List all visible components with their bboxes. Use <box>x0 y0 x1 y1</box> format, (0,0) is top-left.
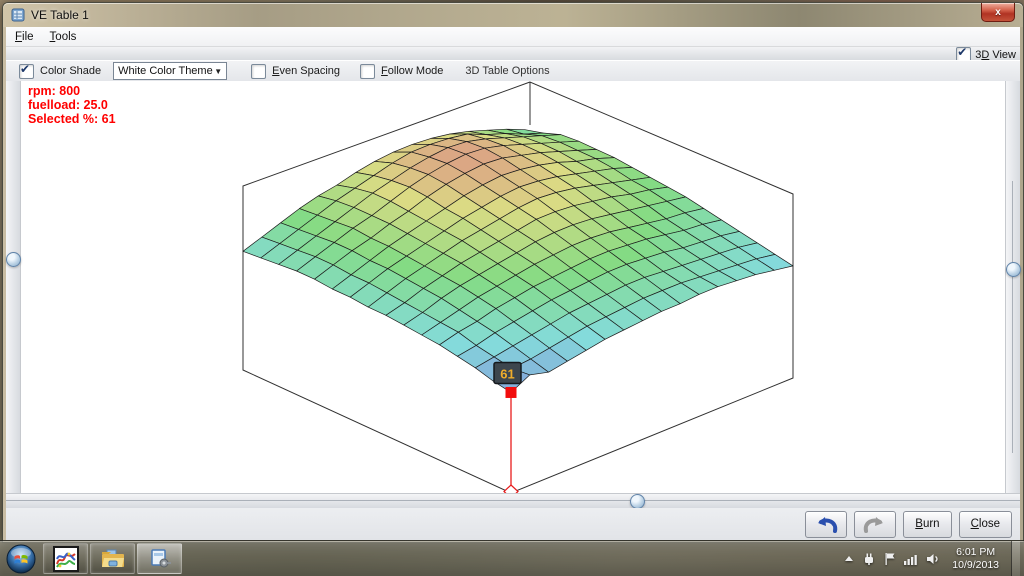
color-shade-checkbox[interactable]: ✔ <box>19 64 34 79</box>
system-tray: 6:01 PM 10/9/2013 <box>844 541 1024 576</box>
undo-icon <box>813 514 839 534</box>
taskbar-app-explorer[interactable] <box>90 543 135 574</box>
color-shade-label: Color Shade <box>40 65 101 77</box>
action-center-flag-icon[interactable] <box>884 552 896 565</box>
start-button[interactable] <box>6 544 36 574</box>
window-client-area: File Tools ✔ 3D View ✔ Color Shade White… <box>6 27 1020 539</box>
app-icon <box>11 8 25 22</box>
toolbar: ✔ Color Shade White Color Theme ▼ ✔ Even… <box>6 60 1020 82</box>
chevron-down-icon: ▼ <box>214 67 222 76</box>
right-slider-track <box>1012 181 1013 453</box>
taskbar-app-settings[interactable] <box>137 543 182 574</box>
ve-table-window: VE Table 1 x File Tools ✔ 3D View ✔ Colo… <box>2 2 1024 543</box>
undo-button[interactable] <box>805 511 847 538</box>
horizontal-slider-track <box>6 500 1020 501</box>
follow-mode-checkbox[interactable]: ✔ <box>360 64 375 79</box>
check-icon: ✔ <box>957 45 967 59</box>
surface-mesh <box>243 129 793 392</box>
horizontal-slider-thumb[interactable] <box>630 494 645 509</box>
even-spacing-label: Even Spacing <box>272 65 340 77</box>
color-theme-value: White Color Theme <box>118 65 213 77</box>
close-window-button[interactable]: x <box>981 3 1015 22</box>
show-desktop-button[interactable] <box>1011 541 1020 576</box>
tunerstudio-icon <box>53 546 79 572</box>
redo-button[interactable] <box>854 511 896 538</box>
title-bar[interactable]: VE Table 1 x <box>3 3 1023 27</box>
readout-fuelload: fuelload: 25.0 <box>28 98 116 112</box>
speaker-icon[interactable] <box>926 553 940 565</box>
clock[interactable]: 6:01 PM 10/9/2013 <box>952 546 999 572</box>
window-title: VE Table 1 <box>31 8 89 22</box>
folder-icon <box>100 546 126 572</box>
close-button[interactable]: Close <box>959 511 1012 538</box>
even-spacing-checkbox[interactable]: ✔ <box>251 64 266 79</box>
left-slider-thumb[interactable] <box>6 252 21 267</box>
horizontal-rotate-slider[interactable] <box>6 493 1020 508</box>
button-row: Burn Close <box>6 508 1020 540</box>
selection-marker: 61 <box>494 362 521 498</box>
check-icon: ✔ <box>20 62 30 76</box>
menu-tools[interactable]: Tools <box>50 31 77 43</box>
tray-time: 6:01 PM <box>952 546 999 559</box>
3d-view-label: 3D View <box>975 49 1016 61</box>
follow-mode-label: Follow Mode <box>381 65 443 77</box>
ve-surface-svg[interactable]: 61 <box>21 81 1009 493</box>
svg-text:61: 61 <box>500 366 514 381</box>
menu-bar: File Tools <box>6 27 1020 47</box>
app-window-icon <box>147 546 173 572</box>
color-theme-dropdown[interactable]: White Color Theme ▼ <box>113 62 227 80</box>
3d-table-options-button[interactable]: 3D Table Options <box>465 65 549 77</box>
menu-file[interactable]: File <box>15 31 34 43</box>
close-icon: x <box>995 7 1001 18</box>
taskbar-app-tunerstudio[interactable] <box>43 543 88 574</box>
plot-area: 61 rpm: 800 fuelload: 25.0 Selected %: 6… <box>6 81 1020 493</box>
left-rotate-slider[interactable] <box>6 81 21 493</box>
taskbar: 6:01 PM 10/9/2013 <box>0 540 1024 576</box>
readout-selected: Selected %: 61 <box>28 112 116 126</box>
view-toggle-bar: ✔ 3D View <box>6 47 1020 60</box>
redo-icon <box>862 514 888 534</box>
power-plug-icon[interactable] <box>862 552 876 565</box>
readout-rpm: rpm: 800 <box>28 84 116 98</box>
burn-button[interactable]: Burn <box>903 511 951 538</box>
network-signal-icon[interactable] <box>904 553 918 565</box>
cell-readout: rpm: 800 fuelload: 25.0 Selected %: 61 <box>28 84 116 126</box>
hidden-icons-button[interactable] <box>844 555 854 563</box>
tray-date: 10/9/2013 <box>952 559 999 572</box>
